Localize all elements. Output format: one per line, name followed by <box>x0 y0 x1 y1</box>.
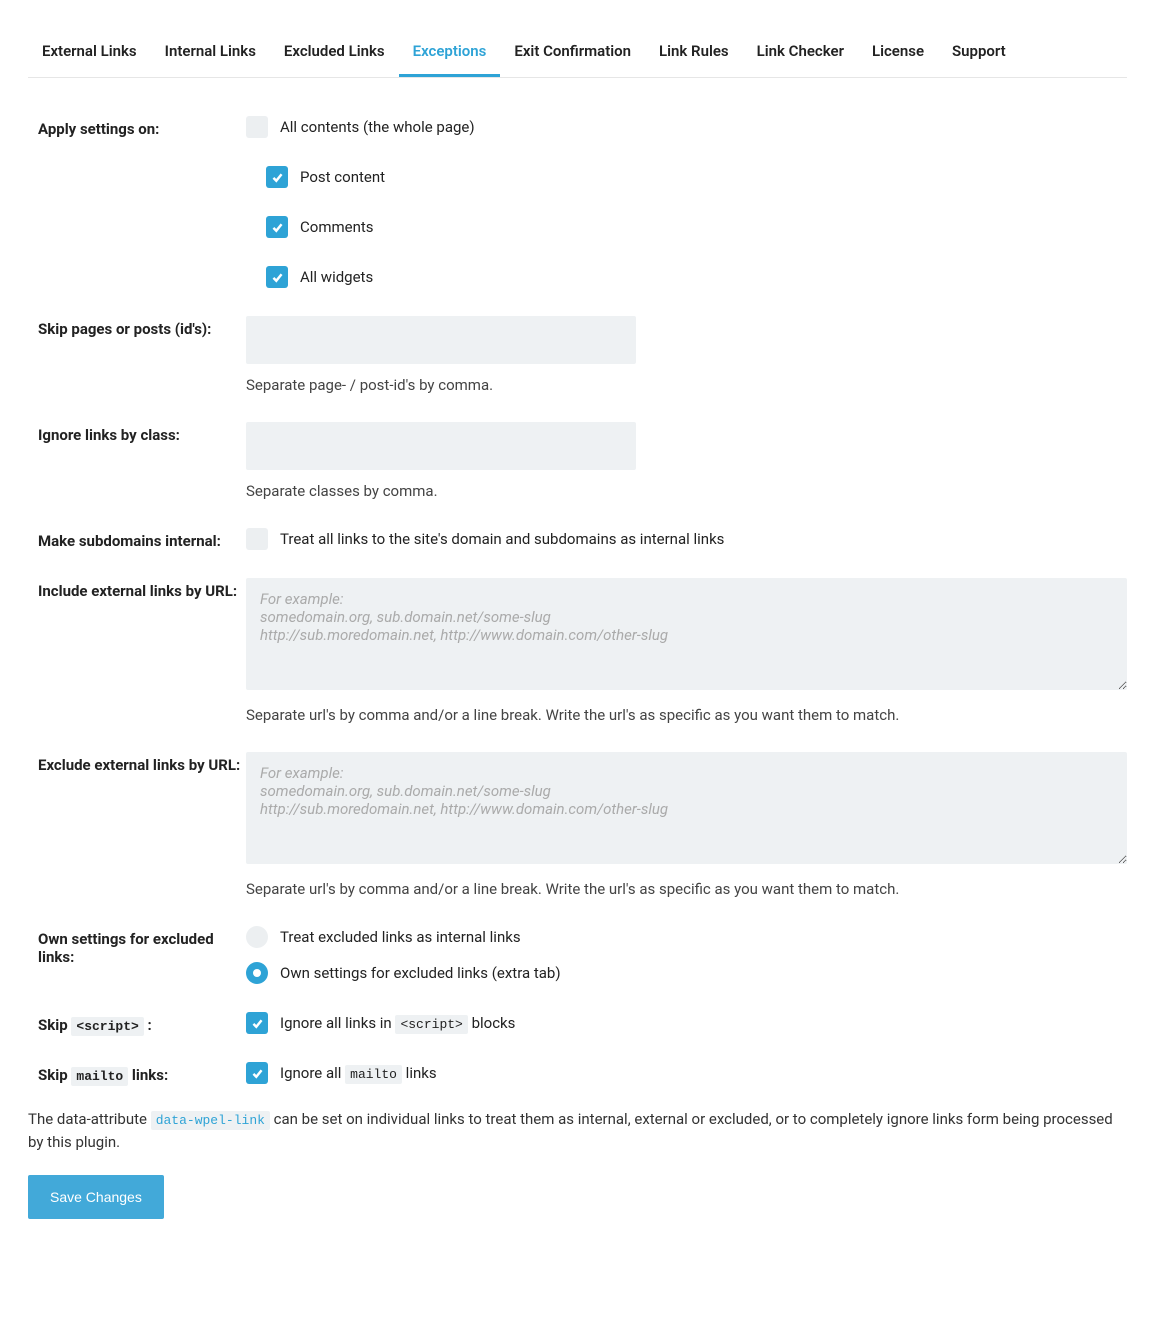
radio-treat-internal-label: Treat excluded links as internal links <box>280 928 521 946</box>
checkbox-skip-mailto-label: Ignore all mailto links <box>280 1064 437 1082</box>
tab-link-rules[interactable]: Link Rules <box>645 30 743 77</box>
save-button[interactable]: Save Changes <box>28 1175 164 1219</box>
skip-script-label: Skip <script> : <box>28 1012 246 1034</box>
skip-pages-label: Skip pages or posts (id's): <box>28 316 246 338</box>
checkbox-skip-script-label: Ignore all links in <script> blocks <box>280 1014 515 1032</box>
checkbox-post-content-label: Post content <box>300 168 385 186</box>
tab-excluded-links[interactable]: Excluded Links <box>270 30 399 77</box>
exclude-external-help: Separate url's by comma and/or a line br… <box>246 880 1127 898</box>
tab-link-checker[interactable]: Link Checker <box>743 30 858 77</box>
radio-own-settings-label: Own settings for excluded links (extra t… <box>280 964 561 982</box>
own-settings-label: Own settings for excluded links: <box>28 926 246 966</box>
checkbox-skip-script[interactable] <box>246 1012 268 1034</box>
checkbox-post-content[interactable] <box>266 166 288 188</box>
skip-mailto-label: Skip mailto links: <box>28 1062 246 1084</box>
exclude-external-textarea[interactable] <box>246 752 1127 864</box>
ignore-class-label: Ignore links by class: <box>28 422 246 444</box>
checkbox-all-widgets-label: All widgets <box>300 268 373 286</box>
skip-pages-help: Separate page- / post-id's by comma. <box>246 376 1127 394</box>
checkbox-comments[interactable] <box>266 216 288 238</box>
include-external-textarea[interactable] <box>246 578 1127 690</box>
radio-treat-internal[interactable] <box>246 926 268 948</box>
tabs-bar: External Links Internal Links Excluded L… <box>28 30 1127 78</box>
radio-own-settings[interactable] <box>246 962 268 984</box>
ignore-class-input[interactable] <box>246 422 636 470</box>
include-external-label: Include external links by URL: <box>28 578 246 600</box>
subdomains-label: Make subdomains internal: <box>28 528 246 550</box>
tab-support[interactable]: Support <box>938 30 1020 77</box>
tab-exceptions[interactable]: Exceptions <box>399 30 501 77</box>
exclude-external-label: Exclude external links by URL: <box>28 752 246 774</box>
ignore-class-help: Separate classes by comma. <box>246 482 1127 500</box>
tab-license[interactable]: License <box>858 30 938 77</box>
checkbox-all-contents[interactable] <box>246 116 268 138</box>
skip-pages-input[interactable] <box>246 316 636 364</box>
checkbox-skip-mailto[interactable] <box>246 1062 268 1084</box>
include-external-help: Separate url's by comma and/or a line br… <box>246 706 1127 724</box>
footnote: The data-attribute data-wpel-link can be… <box>28 1108 1127 1153</box>
tab-exit-confirmation[interactable]: Exit Confirmation <box>500 30 645 77</box>
checkbox-all-contents-label: All contents (the whole page) <box>280 118 475 136</box>
checkbox-all-widgets[interactable] <box>266 266 288 288</box>
checkbox-subdomains[interactable] <box>246 528 268 550</box>
tab-external-links[interactable]: External Links <box>28 30 151 77</box>
checkbox-comments-label: Comments <box>300 218 374 236</box>
checkbox-subdomains-label: Treat all links to the site's domain and… <box>280 530 724 548</box>
tab-internal-links[interactable]: Internal Links <box>151 30 270 77</box>
apply-settings-label: Apply settings on: <box>28 116 246 138</box>
